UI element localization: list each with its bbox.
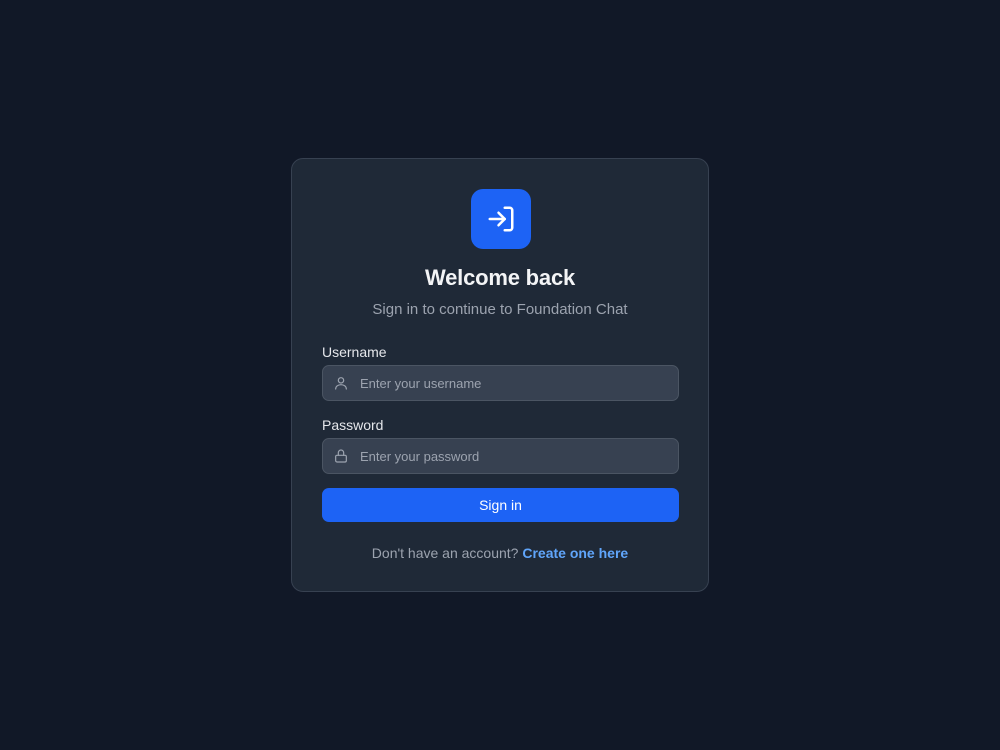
username-input[interactable] xyxy=(360,366,670,400)
user-icon xyxy=(335,377,347,390)
username-label: Username xyxy=(322,344,387,360)
sign-in-icon xyxy=(488,206,514,232)
sign-in-button[interactable]: Sign in xyxy=(322,488,679,522)
create-account-link[interactable]: Create one here xyxy=(522,545,628,561)
logo-badge xyxy=(471,189,531,249)
signup-prompt-text: Don't have an account? xyxy=(371,545,519,561)
password-label: Password xyxy=(322,417,384,433)
page-subtitle: Sign in to continue to Foundation Chat xyxy=(372,301,628,318)
lock-icon xyxy=(335,449,347,463)
password-input[interactable] xyxy=(360,439,670,473)
page-title: Welcome back xyxy=(424,265,576,290)
password-field[interactable] xyxy=(322,438,679,474)
login-card: Welcome back Sign in to continue to Foun… xyxy=(291,158,709,592)
username-field[interactable] xyxy=(322,365,679,401)
signup-prompt: Don't have an account? Create one here xyxy=(292,545,708,561)
